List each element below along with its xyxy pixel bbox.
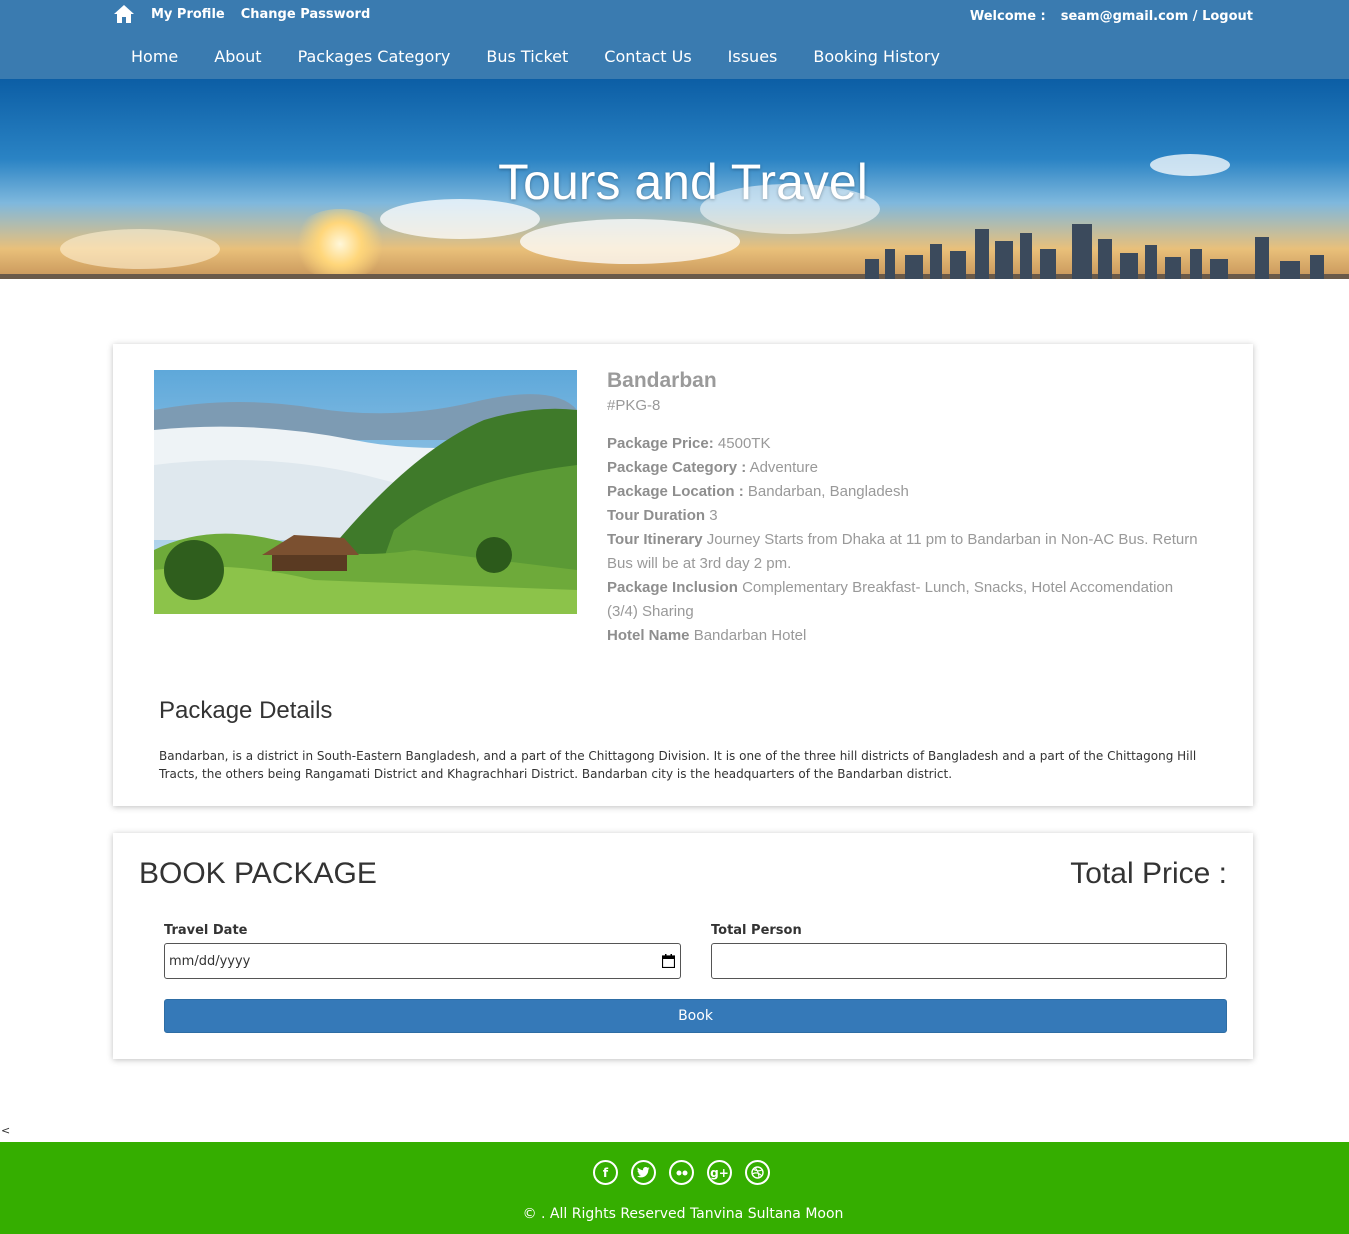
- city-skyline: [0, 224, 1349, 279]
- tour-itinerary-label: Tour Itinerary: [607, 531, 703, 548]
- nav-home[interactable]: Home: [113, 46, 196, 68]
- package-code: #PKG-8: [607, 397, 661, 414]
- hotel-name-value: Bandarban Hotel: [693, 627, 807, 644]
- google-plus-icon[interactable]: g+: [707, 1160, 732, 1185]
- booking-card: BOOK PACKAGE Total Price : Travel Date m…: [113, 833, 1253, 1059]
- twitter-icon[interactable]: [631, 1160, 656, 1185]
- facebook-icon[interactable]: f: [593, 1160, 618, 1185]
- nav-bus-ticket[interactable]: Bus Ticket: [468, 46, 586, 68]
- nav-issues[interactable]: Issues: [710, 46, 796, 68]
- tour-duration-row: Tour Duration 3: [607, 504, 1207, 528]
- change-password-link[interactable]: Change Password: [241, 7, 371, 22]
- travel-date-placeholder: mm/dd/yyyy: [169, 953, 251, 969]
- book-button[interactable]: Book: [164, 999, 1227, 1033]
- stray-text: <: [1, 1124, 11, 1137]
- nav-packages-category[interactable]: Packages Category: [280, 46, 469, 68]
- hotel-name-label: Hotel Name: [607, 627, 690, 644]
- package-price-value: 4500TK: [717, 435, 771, 452]
- package-details-heading: Package Details: [159, 697, 333, 724]
- tour-duration-value: 3: [709, 507, 718, 524]
- top-left-links: My Profile Change Password: [113, 4, 386, 24]
- package-category-label: Package Category :: [607, 459, 747, 476]
- package-category-row: Package Category : Adventure: [607, 456, 1207, 480]
- travel-date-label: Travel Date: [164, 923, 248, 938]
- welcome-label: Welcome :: [969, 9, 1046, 24]
- top-header: My Profile Change Password Welcome : sea…: [0, 0, 1349, 79]
- tour-duration-label: Tour Duration: [607, 507, 706, 524]
- nav-booking-history[interactable]: Booking History: [795, 46, 958, 68]
- hero-banner: Tours and Travel: [0, 79, 1349, 279]
- package-card: Bandarban #PKG-8 Package Price: 4500TK P…: [113, 344, 1253, 806]
- package-image: [154, 370, 577, 614]
- site-title: Tours and Travel: [498, 154, 868, 210]
- hotel-name-row: Hotel Name Bandarban Hotel: [607, 624, 1207, 648]
- copyright-text: © . All Rights Reserved Tanvina Sultana …: [522, 1206, 844, 1222]
- calendar-icon[interactable]: [661, 954, 676, 969]
- package-price-row: Package Price: 4500TK: [607, 432, 1207, 456]
- package-name: Bandarban: [607, 369, 717, 392]
- total-price-label: Total Price :: [1070, 857, 1227, 890]
- total-person-input[interactable]: [711, 943, 1227, 979]
- package-location-row: Package Location : Bandarban, Bangladesh: [607, 480, 1207, 504]
- nav-about[interactable]: About: [196, 46, 279, 68]
- package-inclusion-label: Package Inclusion: [607, 579, 738, 596]
- package-price-label: Package Price:: [607, 435, 714, 452]
- user-area: Welcome : seam@gmail.com / Logout: [970, 9, 1253, 24]
- tour-itinerary-row: Tour Itinerary Journey Starts from Dhaka…: [607, 528, 1207, 576]
- total-person-label: Total Person: [711, 923, 802, 938]
- main-nav: Home About Packages Category Bus Ticket …: [113, 46, 958, 68]
- nav-contact-us[interactable]: Contact Us: [586, 46, 709, 68]
- my-profile-link[interactable]: My Profile: [151, 7, 225, 22]
- footer: f g+ © . All Rights Reserved Tanvina Sul…: [0, 1142, 1349, 1234]
- flickr-icon[interactable]: [669, 1160, 694, 1185]
- book-package-heading: BOOK PACKAGE: [139, 857, 377, 890]
- package-inclusion-row: Package Inclusion Complementary Breakfas…: [607, 576, 1207, 624]
- social-links: f g+: [593, 1160, 783, 1185]
- logout-link[interactable]: seam@gmail.com / Logout: [1061, 9, 1253, 24]
- package-details-text: Bandarban, is a district in South-Easter…: [159, 749, 1197, 781]
- dribbble-icon[interactable]: [745, 1160, 770, 1185]
- home-icon[interactable]: [113, 4, 135, 24]
- travel-date-input[interactable]: mm/dd/yyyy: [164, 943, 681, 979]
- package-location-value: Bandarban, Bangladesh: [747, 483, 909, 500]
- package-category-value: Adventure: [749, 459, 818, 476]
- package-info: Bandarban #PKG-8 Package Price: 4500TK P…: [607, 368, 1207, 648]
- package-location-label: Package Location :: [607, 483, 744, 500]
